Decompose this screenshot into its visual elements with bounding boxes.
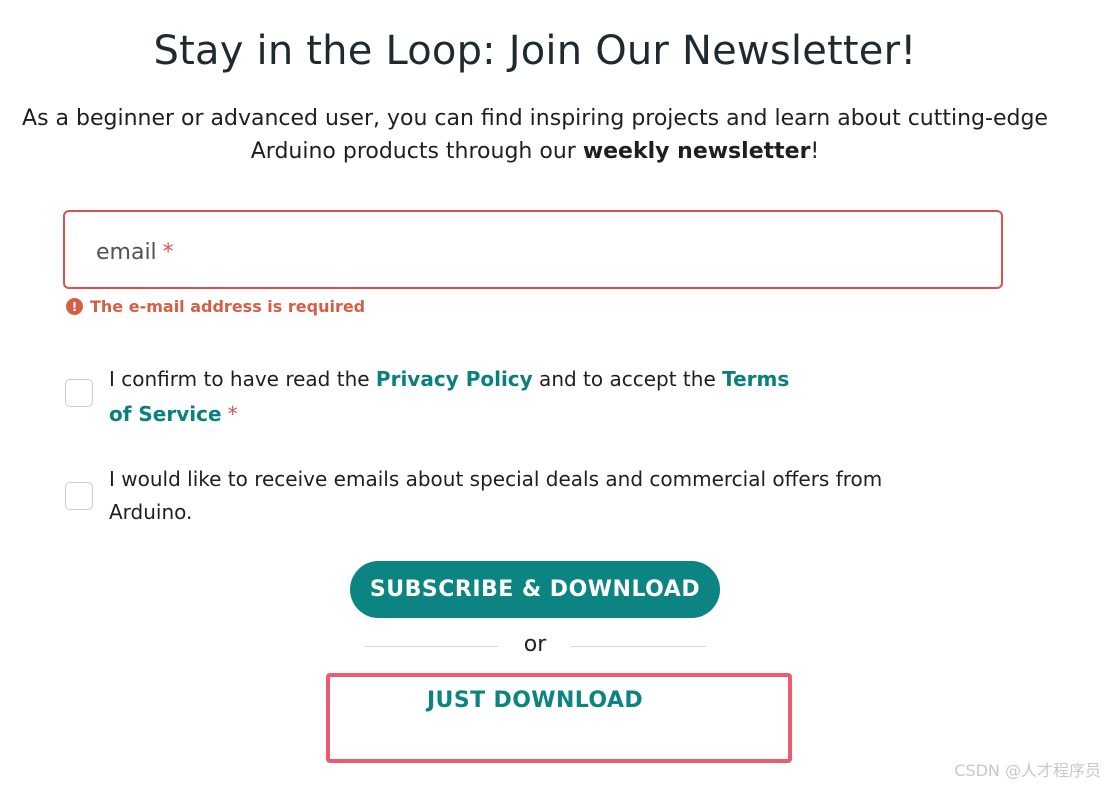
email-input[interactable] xyxy=(65,212,1001,287)
subscribe-download-button[interactable]: SUBSCRIBE & DOWNLOAD xyxy=(350,561,720,618)
or-separator: or xyxy=(523,632,547,657)
divider-left xyxy=(364,646,498,647)
marketing-text: I would like to receive emails about spe… xyxy=(109,467,883,524)
email-error-message: The e-mail address is required xyxy=(90,297,366,316)
email-field-wrapper: email * xyxy=(63,210,1003,289)
error-icon: ! xyxy=(66,298,83,315)
email-error: ! The e-mail address is required xyxy=(66,297,365,316)
intro-text: As a beginner or advanced user, you can … xyxy=(0,102,1070,168)
consent-text-2: and to accept the xyxy=(532,367,723,391)
consent-checkbox[interactable] xyxy=(65,379,93,407)
intro-text-bold: weekly newsletter xyxy=(582,139,811,164)
consent-text-1: I confirm to have read the xyxy=(109,367,376,391)
just-download-button[interactable]: JUST DOWNLOAD xyxy=(400,687,670,714)
marketing-row: I would like to receive emails about spe… xyxy=(65,463,889,529)
privacy-policy-link[interactable]: Privacy Policy xyxy=(376,367,533,391)
intro-text-end: ! xyxy=(810,139,820,164)
divider-right xyxy=(571,646,706,647)
newsletter-page: Stay in the Loop: Join Our Newsletter! A… xyxy=(0,0,1107,789)
consent-required-mark: * xyxy=(227,402,238,426)
watermark: CSDN @人才程序员 xyxy=(954,761,1101,780)
consent-row: I confirm to have read the Privacy Polic… xyxy=(65,362,809,432)
marketing-checkbox[interactable] xyxy=(65,482,93,510)
intro-text-part1: As a beginner or advanced user, you can … xyxy=(22,106,1048,164)
page-title: Stay in the Loop: Join Our Newsletter! xyxy=(153,28,917,74)
consent-text: I confirm to have read the Privacy Polic… xyxy=(109,362,809,432)
